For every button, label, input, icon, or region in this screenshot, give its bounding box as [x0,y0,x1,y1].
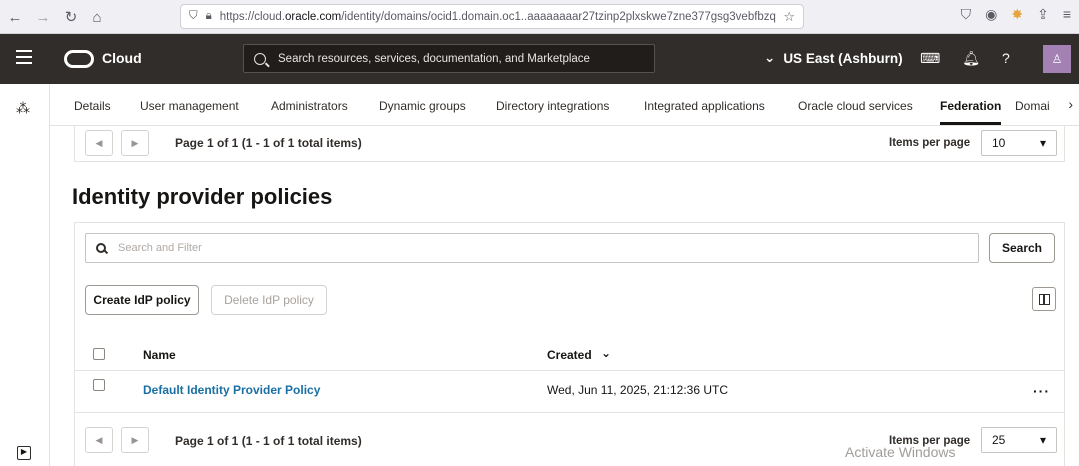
pocket-icon[interactable]: ⛉ [961,6,972,23]
items-per-page-select[interactable]: 25 ▾ [981,427,1057,453]
items-per-page-value: 25 [992,433,1006,447]
address-bar[interactable]: ⛉ 🔒︎ https://cloud. oracle.com/identity/d… [180,4,804,29]
search-icon [96,243,106,253]
extension-icon[interactable]: ✸ [1011,6,1023,23]
forward-icon[interactable]: → [32,6,54,28]
search-icon [254,52,266,65]
pagination-summary: Page 1 of 1 (1 - 1 of 1 total items) [175,434,362,448]
prev-page-button[interactable]: ◀ [85,427,113,453]
idp-policies-panel: Search Create IdP policy Delete IdP poli… [74,222,1065,466]
items-per-page-select[interactable]: 10 ▾ [981,130,1057,156]
search-filter-field[interactable] [85,233,979,263]
home-icon[interactable]: ⌂ [86,6,108,28]
sort-chevron-down-icon[interactable]: ⌄ [601,346,611,360]
policy-created-date: Wed, Jun 11, 2025, 21:12:36 UTC [547,383,729,397]
policy-name-link[interactable]: Default Identity Provider Policy [143,383,320,397]
items-per-page-value: 10 [992,136,1006,150]
bookmark-star-icon[interactable]: ☆ [783,9,795,25]
brand-label[interactable]: Cloud [102,50,142,66]
oracle-logo[interactable] [64,50,94,68]
next-page-button[interactable]: ▶ [121,427,149,453]
items-per-page-label: Items per page [889,137,971,149]
notifications-bell-icon[interactable]: 🔔︎ [962,50,980,67]
delete-idp-policy-button[interactable]: Delete IdP policy [211,285,327,315]
row-actions-menu-icon[interactable]: ··· [1033,383,1050,399]
tab-details[interactable]: Details [74,99,111,113]
console-search-text: Search resources, services, documentatio… [278,52,590,65]
tab-oracle-cloud-services[interactable]: Oracle cloud services [798,99,913,113]
menu-icon[interactable]: ≡ [1063,6,1071,23]
region-label: US East (Ashburn) [783,50,903,66]
account-icon[interactable]: ◉ [985,6,997,23]
table-row: Default Identity Provider Policy Wed, Ju… [75,371,1064,413]
domain-tabs: Details User management Administrators D… [50,84,1079,126]
tab-directory-integrations[interactable]: Directory integrations [496,99,609,113]
tab-domain-overflow[interactable]: Domai [1015,99,1050,113]
top-pagination: ◀ ▶ Page 1 of 1 (1 - 1 of 1 total items)… [74,126,1065,162]
tab-dynamic-groups[interactable]: Dynamic groups [379,99,466,113]
page-title: Identity provider policies [72,184,333,209]
prev-page-button[interactable]: ◀ [85,130,113,156]
expand-panel-icon[interactable]: ▶ [17,446,31,460]
url-path: /identity/domains/ocid1.domain.oc1..aaaa… [341,10,776,23]
windows-activation-watermark: Activate Windows [845,444,956,460]
profile-avatar[interactable]: ♙ [1043,45,1071,73]
user-icon: ♙ [1051,52,1063,66]
search-filter-input[interactable] [118,242,898,254]
tab-administrators[interactable]: Administrators [271,99,348,113]
table-header: Name Created ⌄ [75,337,1064,371]
create-idp-policy-button[interactable]: Create IdP policy [85,285,199,315]
cloud-shell-icon[interactable]: ⌨ [920,50,940,67]
network-tree-icon[interactable]: ⁂ [16,100,30,117]
tab-user-management[interactable]: User management [140,99,239,113]
chevron-right-icon[interactable]: › [1068,96,1073,112]
console-header: Cloud Search resources, services, docume… [0,34,1079,84]
pagination-summary: Page 1 of 1 (1 - 1 of 1 total items) [175,136,362,150]
next-page-button[interactable]: ▶ [121,130,149,156]
hamburger-menu-icon[interactable] [16,50,32,64]
console-search[interactable]: Search resources, services, documentatio… [243,44,655,73]
share-icon[interactable]: ⇪ [1037,6,1049,23]
row-checkbox[interactable] [93,379,105,391]
manage-columns-icon[interactable] [1032,287,1056,311]
reload-icon[interactable]: ↻ [60,6,82,28]
url-prefix: https://cloud. [219,10,285,23]
search-button[interactable]: Search [989,233,1055,263]
column-header-created[interactable]: Created [547,348,592,362]
select-all-checkbox[interactable] [93,348,105,360]
caret-down-icon: ▾ [1039,433,1046,447]
tab-federation[interactable]: Federation [940,99,1002,125]
region-selector[interactable]: ⌄ US East (Ashburn) [764,50,903,66]
back-icon[interactable]: ← [4,6,26,28]
help-icon[interactable]: ? [1002,50,1010,67]
chevron-down-icon: ⌄ [764,50,776,65]
lock-icon: 🔒︎ [205,10,212,22]
tab-integrated-applications[interactable]: Integrated applications [644,99,765,113]
caret-down-icon: ▾ [1039,136,1046,150]
browser-toolbar: ← → ↻ ⌂ ⛉ 🔒︎ https://cloud. oracle.com/id… [0,0,1079,34]
left-rail: ⁂ ▶ [0,84,50,466]
shield-icon: ⛉ [189,10,198,22]
url-domain: oracle.com [284,10,342,23]
column-header-name[interactable]: Name [143,348,176,362]
